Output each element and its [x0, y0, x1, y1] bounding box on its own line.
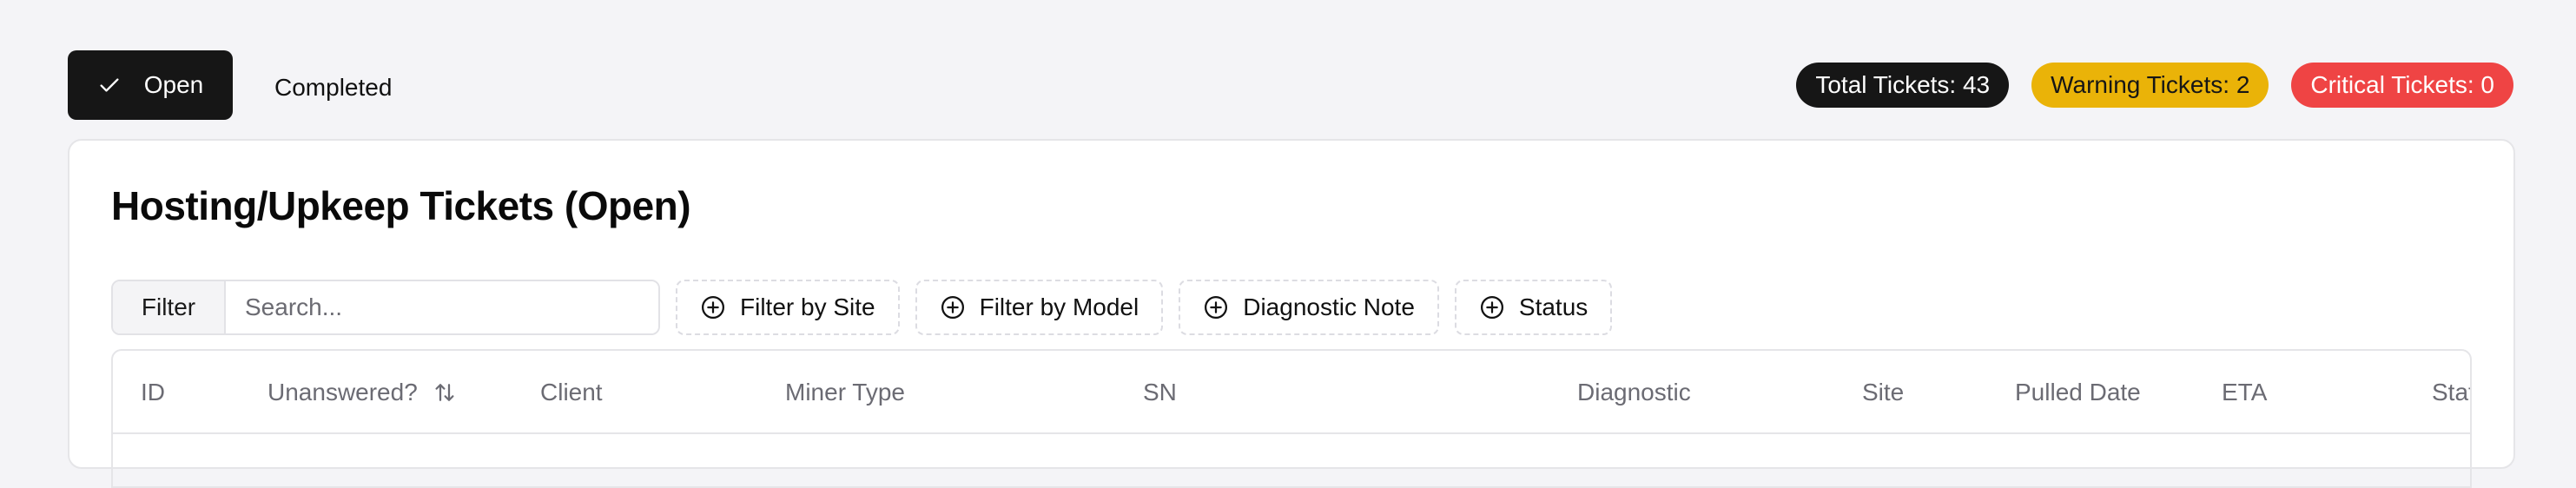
column-header-id[interactable]: ID [141, 351, 165, 434]
table-header: ID Unanswered? Client Miner Type SN Diag… [113, 351, 2470, 434]
ticket-counts: Total Tickets: 43 Warning Tickets: 2 Cri… [1796, 63, 2513, 108]
column-header-eta[interactable]: ETA [2222, 351, 2267, 434]
tickets-card: Hosting/Upkeep Tickets (Open) Filter Fil… [68, 139, 2515, 488]
column-header-unanswered-label: Unanswered? [268, 379, 418, 406]
page-title: Hosting/Upkeep Tickets (Open) [111, 183, 691, 228]
plus-circle-icon [1480, 296, 1503, 319]
diagnostic-note-filter-button[interactable]: Diagnostic Note [1179, 280, 1439, 335]
filter-by-site-label: Filter by Site [740, 293, 875, 320]
warning-tickets-badge: Warning Tickets: 2 [2031, 63, 2269, 108]
filter-by-model-button[interactable]: Filter by Model [915, 280, 1164, 335]
column-header-miner-type[interactable]: Miner Type [785, 351, 905, 434]
plus-circle-icon [702, 296, 724, 319]
search-input[interactable] [226, 281, 658, 333]
column-header-pulled-date[interactable]: Pulled Date [2015, 351, 2141, 434]
column-header-unanswered[interactable]: Unanswered? [268, 351, 458, 434]
status-filter-label: Status [1518, 293, 1589, 320]
column-header-status[interactable]: Status [2432, 351, 2470, 434]
column-header-sn[interactable]: SN [1143, 351, 1177, 434]
sort-icon[interactable] [432, 379, 458, 406]
search-filter: Filter [111, 280, 660, 335]
tickets-table: ID Unanswered? Client Miner Type SN Diag… [111, 349, 2472, 488]
critical-tickets-badge: Critical Tickets: 0 [2291, 63, 2513, 108]
filter-by-site-button[interactable]: Filter by Site [676, 280, 900, 335]
tab-open[interactable]: Open [68, 50, 233, 120]
status-filter-button[interactable]: Status [1454, 280, 1613, 335]
filter-by-model-label: Filter by Model [979, 293, 1139, 320]
plus-circle-icon [1205, 296, 1228, 319]
total-tickets-badge: Total Tickets: 43 [1796, 63, 2010, 108]
check-icon [100, 78, 119, 92]
tab-open-label: Open [143, 71, 204, 98]
column-header-client[interactable]: Client [540, 351, 603, 434]
column-header-diagnostic[interactable]: Diagnostic [1577, 351, 1691, 434]
plus-circle-icon [941, 296, 964, 319]
column-header-site[interactable]: Site [1862, 351, 1904, 434]
diagnostic-note-label: Diagnostic Note [1243, 293, 1415, 320]
filter-label: Filter [113, 281, 226, 333]
tab-completed[interactable]: Completed [274, 69, 392, 102]
top-bar: Open Completed Total Tickets: 43 Warning… [68, 50, 2513, 120]
filter-toolbar: Filter Filter by Site Filter by Model Di… [111, 280, 1613, 335]
